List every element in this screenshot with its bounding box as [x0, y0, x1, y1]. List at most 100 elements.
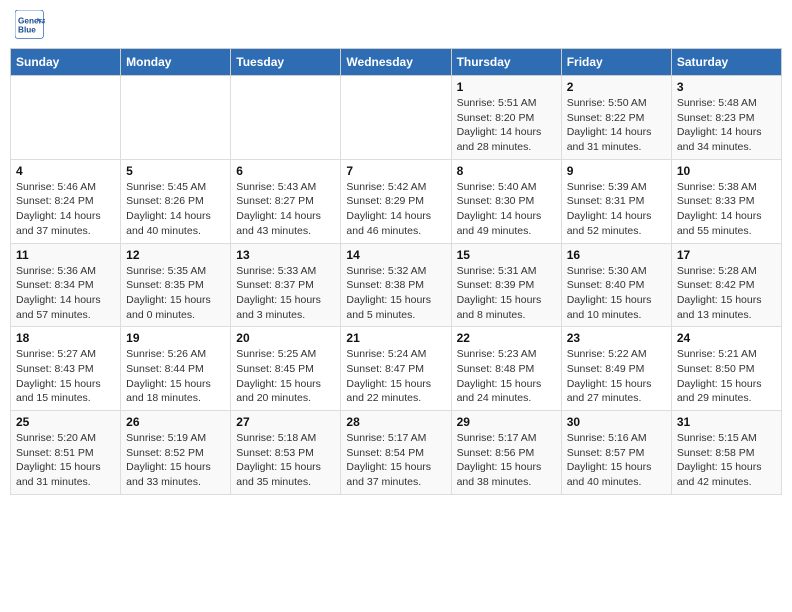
day-info: Sunrise: 5:43 AM Sunset: 8:27 PM Dayligh…	[236, 180, 335, 239]
calendar-cell: 11 Sunrise: 5:36 AM Sunset: 8:34 PM Dayli…	[11, 243, 121, 327]
calendar-week-4: 18 Sunrise: 5:27 AM Sunset: 8:43 PM Dayli…	[11, 327, 782, 411]
calendar-cell: 23 Sunrise: 5:22 AM Sunset: 8:49 PM Dayli…	[561, 327, 671, 411]
day-info: Sunrise: 5:36 AM Sunset: 8:34 PM Dayligh…	[16, 264, 115, 323]
day-info: Sunrise: 5:16 AM Sunset: 8:57 PM Dayligh…	[567, 431, 666, 490]
calendar-cell: 17 Sunrise: 5:28 AM Sunset: 8:42 PM Dayli…	[671, 243, 781, 327]
calendar-week-2: 4 Sunrise: 5:46 AM Sunset: 8:24 PM Daylig…	[11, 159, 782, 243]
calendar-cell: 6 Sunrise: 5:43 AM Sunset: 8:27 PM Daylig…	[231, 159, 341, 243]
calendar-cell: 27 Sunrise: 5:18 AM Sunset: 8:53 PM Dayli…	[231, 411, 341, 495]
calendar-cell: 8Sunrise: 5:40 AM Sunset: 8:30 PM Daylig…	[451, 159, 561, 243]
day-header-monday: Monday	[121, 49, 231, 76]
calendar-cell: 20 Sunrise: 5:25 AM Sunset: 8:45 PM Dayli…	[231, 327, 341, 411]
day-info: Sunrise: 5:32 AM Sunset: 8:38 PM Dayligh…	[346, 264, 445, 323]
day-number: 1	[457, 80, 556, 94]
day-header-wednesday: Wednesday	[341, 49, 451, 76]
day-number: 17	[677, 248, 776, 262]
day-info: Sunrise: 5:15 AM Sunset: 8:58 PM Dayligh…	[677, 431, 776, 490]
logo: General Blue	[15, 10, 49, 40]
calendar-cell	[121, 76, 231, 160]
day-number: 4	[16, 164, 115, 178]
calendar-cell: 7 Sunrise: 5:42 AM Sunset: 8:29 PM Daylig…	[341, 159, 451, 243]
day-info: Sunrise: 5:45 AM Sunset: 8:26 PM Dayligh…	[126, 180, 225, 239]
day-info: Sunrise: 5:17 AM Sunset: 8:54 PM Dayligh…	[346, 431, 445, 490]
day-info: Sunrise: 5:33 AM Sunset: 8:37 PM Dayligh…	[236, 264, 335, 323]
calendar-cell: 24 Sunrise: 5:21 AM Sunset: 8:50 PM Dayli…	[671, 327, 781, 411]
calendar-table: SundayMondayTuesdayWednesdayThursdayFrid…	[10, 48, 782, 495]
calendar-cell: 19 Sunrise: 5:26 AM Sunset: 8:44 PM Dayli…	[121, 327, 231, 411]
calendar-cell	[231, 76, 341, 160]
calendar-cell: 9 Sunrise: 5:39 AM Sunset: 8:31 PM Daylig…	[561, 159, 671, 243]
day-info: Sunrise: 5:21 AM Sunset: 8:50 PM Dayligh…	[677, 347, 776, 406]
day-info: Sunrise: 5:27 AM Sunset: 8:43 PM Dayligh…	[16, 347, 115, 406]
calendar-cell: 16 Sunrise: 5:30 AM Sunset: 8:40 PM Dayli…	[561, 243, 671, 327]
day-info: Sunrise: 5:18 AM Sunset: 8:53 PM Dayligh…	[236, 431, 335, 490]
day-info: Sunrise: 5:51 AM Sunset: 8:20 PM Dayligh…	[457, 96, 556, 155]
day-info: Sunrise: 5:17 AM Sunset: 8:56 PM Dayligh…	[457, 431, 556, 490]
day-info: Sunrise: 5:23 AM Sunset: 8:48 PM Dayligh…	[457, 347, 556, 406]
calendar-week-3: 11 Sunrise: 5:36 AM Sunset: 8:34 PM Dayli…	[11, 243, 782, 327]
day-header-friday: Friday	[561, 49, 671, 76]
day-info: Sunrise: 5:30 AM Sunset: 8:40 PM Dayligh…	[567, 264, 666, 323]
day-header-sunday: Sunday	[11, 49, 121, 76]
calendar-cell: 28 Sunrise: 5:17 AM Sunset: 8:54 PM Dayli…	[341, 411, 451, 495]
day-number: 19	[126, 331, 225, 345]
day-number: 11	[16, 248, 115, 262]
calendar-cell: 15Sunrise: 5:31 AM Sunset: 8:39 PM Dayli…	[451, 243, 561, 327]
day-info: Sunrise: 5:50 AM Sunset: 8:22 PM Dayligh…	[567, 96, 666, 155]
day-number: 29	[457, 415, 556, 429]
day-number: 21	[346, 331, 445, 345]
day-info: Sunrise: 5:28 AM Sunset: 8:42 PM Dayligh…	[677, 264, 776, 323]
day-number: 18	[16, 331, 115, 345]
day-number: 25	[16, 415, 115, 429]
calendar-body: 1 Sunrise: 5:51 AM Sunset: 8:20 PM Daylig…	[11, 76, 782, 495]
calendar-cell: 26 Sunrise: 5:19 AM Sunset: 8:52 PM Dayli…	[121, 411, 231, 495]
day-number: 28	[346, 415, 445, 429]
calendar-cell: 21 Sunrise: 5:24 AM Sunset: 8:47 PM Dayli…	[341, 327, 451, 411]
calendar-cell: 29 Sunrise: 5:17 AM Sunset: 8:56 PM Dayli…	[451, 411, 561, 495]
day-number: 6	[236, 164, 335, 178]
calendar-cell	[11, 76, 121, 160]
calendar-cell: 30 Sunrise: 5:16 AM Sunset: 8:57 PM Dayli…	[561, 411, 671, 495]
day-info: Sunrise: 5:42 AM Sunset: 8:29 PM Dayligh…	[346, 180, 445, 239]
day-number: 23	[567, 331, 666, 345]
calendar-cell: 14 Sunrise: 5:32 AM Sunset: 8:38 PM Dayli…	[341, 243, 451, 327]
logo-icon: General Blue	[15, 10, 45, 40]
calendar-cell: 12Sunrise: 5:35 AM Sunset: 8:35 PM Dayli…	[121, 243, 231, 327]
day-info: Sunrise: 5:22 AM Sunset: 8:49 PM Dayligh…	[567, 347, 666, 406]
calendar-week-5: 25 Sunrise: 5:20 AM Sunset: 8:51 PM Dayli…	[11, 411, 782, 495]
day-info: Sunrise: 5:25 AM Sunset: 8:45 PM Dayligh…	[236, 347, 335, 406]
day-info: Sunrise: 5:35 AM Sunset: 8:35 PM Dayligh…	[126, 264, 225, 323]
day-info: Sunrise: 5:26 AM Sunset: 8:44 PM Dayligh…	[126, 347, 225, 406]
day-info: Sunrise: 5:48 AM Sunset: 8:23 PM Dayligh…	[677, 96, 776, 155]
day-number: 13	[236, 248, 335, 262]
day-number: 16	[567, 248, 666, 262]
day-number: 26	[126, 415, 225, 429]
calendar-header-row: SundayMondayTuesdayWednesdayThursdayFrid…	[11, 49, 782, 76]
calendar-cell: 4 Sunrise: 5:46 AM Sunset: 8:24 PM Daylig…	[11, 159, 121, 243]
day-number: 7	[346, 164, 445, 178]
day-number: 24	[677, 331, 776, 345]
day-header-saturday: Saturday	[671, 49, 781, 76]
calendar-cell: 2 Sunrise: 5:50 AM Sunset: 8:22 PM Daylig…	[561, 76, 671, 160]
day-info: Sunrise: 5:24 AM Sunset: 8:47 PM Dayligh…	[346, 347, 445, 406]
calendar-cell: 10Sunrise: 5:38 AM Sunset: 8:33 PM Dayli…	[671, 159, 781, 243]
day-info: Sunrise: 5:40 AM Sunset: 8:30 PM Dayligh…	[457, 180, 556, 239]
day-number: 30	[567, 415, 666, 429]
day-info: Sunrise: 5:19 AM Sunset: 8:52 PM Dayligh…	[126, 431, 225, 490]
day-number: 9	[567, 164, 666, 178]
calendar-cell: 22Sunrise: 5:23 AM Sunset: 8:48 PM Dayli…	[451, 327, 561, 411]
calendar-week-1: 1 Sunrise: 5:51 AM Sunset: 8:20 PM Daylig…	[11, 76, 782, 160]
day-number: 31	[677, 415, 776, 429]
day-number: 20	[236, 331, 335, 345]
calendar-cell: 25 Sunrise: 5:20 AM Sunset: 8:51 PM Dayli…	[11, 411, 121, 495]
calendar-cell	[341, 76, 451, 160]
day-info: Sunrise: 5:20 AM Sunset: 8:51 PM Dayligh…	[16, 431, 115, 490]
calendar-cell: 3Sunrise: 5:48 AM Sunset: 8:23 PM Daylig…	[671, 76, 781, 160]
page-header: General Blue	[10, 10, 782, 40]
day-info: Sunrise: 5:46 AM Sunset: 8:24 PM Dayligh…	[16, 180, 115, 239]
day-number: 27	[236, 415, 335, 429]
day-info: Sunrise: 5:38 AM Sunset: 8:33 PM Dayligh…	[677, 180, 776, 239]
day-number: 2	[567, 80, 666, 94]
day-number: 14	[346, 248, 445, 262]
day-info: Sunrise: 5:39 AM Sunset: 8:31 PM Dayligh…	[567, 180, 666, 239]
